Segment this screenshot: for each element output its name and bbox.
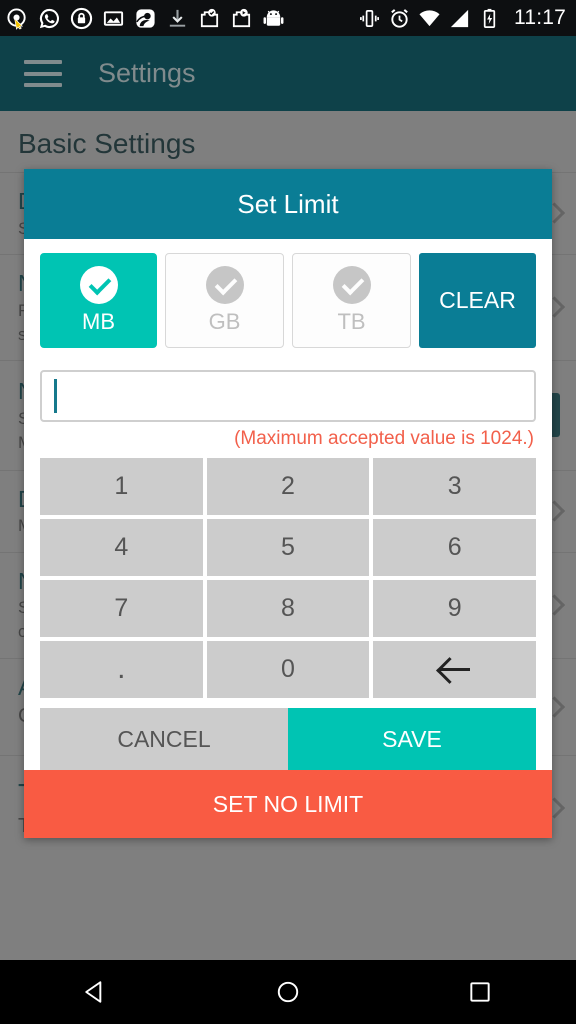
page-title: Settings xyxy=(98,58,196,88)
set-no-limit-button[interactable]: SET NO LIMIT xyxy=(24,770,552,838)
unit-selector: MB GB TB CLEAR xyxy=(40,253,536,348)
vibrate-icon xyxy=(360,9,379,27)
check-circle-icon xyxy=(79,266,118,304)
key-7[interactable]: 7 xyxy=(40,580,203,637)
phone-screen: 11:17 Settings Basic Settings D S N F s … xyxy=(0,0,576,1024)
status-bar: 11:17 xyxy=(0,0,576,36)
text-caret xyxy=(54,379,57,413)
key-6[interactable]: 6 xyxy=(373,519,536,576)
recents-square-icon[interactable] xyxy=(467,979,493,1005)
dialog-header: Set Limit xyxy=(24,169,552,239)
home-circle-icon[interactable] xyxy=(275,979,301,1005)
image-icon xyxy=(103,10,124,26)
back-triangle-icon[interactable] xyxy=(83,979,109,1005)
unit-option-mb[interactable]: MB xyxy=(40,253,157,348)
unit-label: TB xyxy=(337,309,366,334)
key-1[interactable]: 1 xyxy=(40,458,203,515)
key-5[interactable]: 5 xyxy=(206,519,370,576)
dialog-title: Set Limit xyxy=(237,188,339,219)
key-2[interactable]: 2 xyxy=(206,458,370,515)
numeric-keypad: 1 2 3 4 5 6 7 8 9 . 0 xyxy=(40,458,536,698)
dialog-actions: CANCEL SAVE xyxy=(40,708,536,770)
whatsapp-icon xyxy=(39,8,60,28)
hamburger-icon[interactable] xyxy=(24,60,62,87)
search-cursor-icon xyxy=(7,7,26,30)
clear-button[interactable]: CLEAR xyxy=(419,253,536,348)
key-decimal[interactable]: . xyxy=(40,641,203,698)
battery-charging-icon xyxy=(483,8,496,28)
dialog-body: MB GB TB CLEAR (Maximum accepted value i… xyxy=(24,239,552,770)
save-button[interactable]: SAVE xyxy=(288,708,536,770)
android-nav-bar xyxy=(0,960,576,1024)
check-circle-icon xyxy=(205,266,244,304)
unit-option-gb[interactable]: GB xyxy=(165,253,284,348)
key-4[interactable]: 4 xyxy=(40,519,203,576)
key-3[interactable]: 3 xyxy=(373,458,536,515)
set-limit-dialog: Set Limit MB GB TB CLEAR (Maximum accept… xyxy=(24,169,552,838)
status-bar-clock: 11:17 xyxy=(514,6,566,29)
wifi-icon xyxy=(419,9,440,26)
status-bar-right-icons: 11:17 xyxy=(358,6,566,30)
signal-icon xyxy=(450,9,469,27)
alarm-icon xyxy=(391,8,408,28)
key-9[interactable]: 9 xyxy=(373,580,536,637)
unit-option-tb[interactable]: TB xyxy=(292,253,411,348)
backspace-arrow-icon xyxy=(439,668,470,671)
check-circle-icon xyxy=(332,266,371,304)
key-backspace[interactable] xyxy=(373,641,536,698)
unit-label: GB xyxy=(208,309,241,334)
download-icon xyxy=(169,9,186,27)
contact-icon xyxy=(136,8,155,28)
android-icon xyxy=(263,9,284,26)
cancel-button[interactable]: CANCEL xyxy=(40,708,288,770)
app-bar: Settings xyxy=(0,36,576,111)
key-0[interactable]: 0 xyxy=(206,641,370,698)
app-store-icon xyxy=(232,8,251,27)
max-value-hint: (Maximum accepted value is 1024.) xyxy=(234,428,534,449)
key-8[interactable]: 8 xyxy=(206,580,370,637)
limit-amount-input[interactable] xyxy=(40,370,536,422)
status-bar-left-icons xyxy=(6,7,358,30)
unit-label: MB xyxy=(82,309,115,334)
app-update-icon xyxy=(200,8,219,27)
lock-icon xyxy=(70,7,93,29)
